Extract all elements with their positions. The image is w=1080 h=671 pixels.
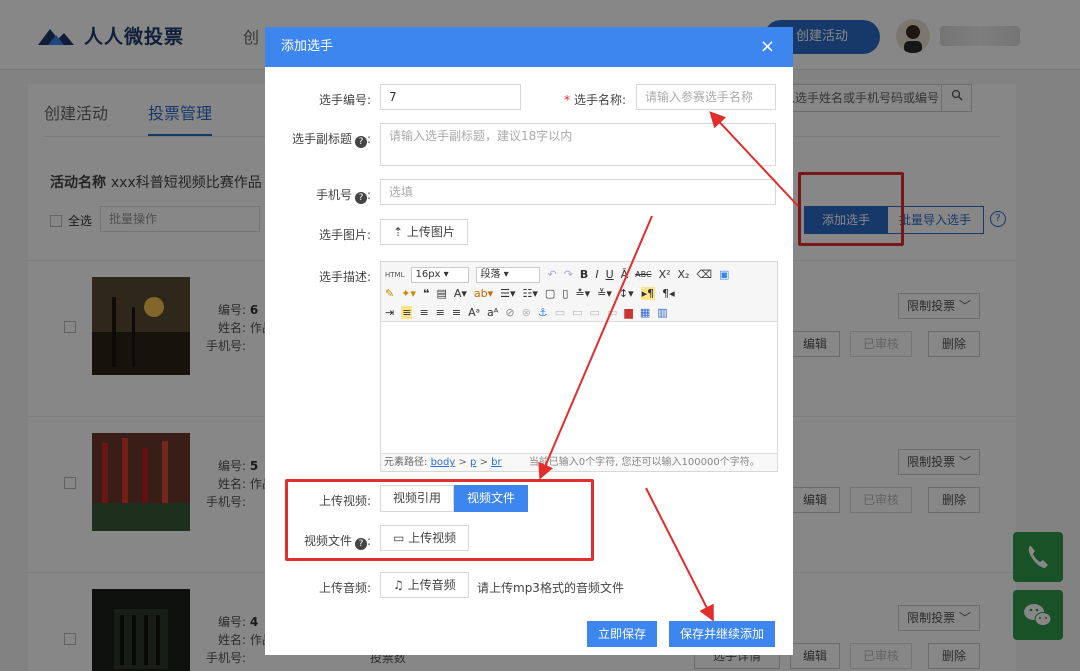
- clear-doc-icon[interactable]: ▯: [562, 287, 568, 300]
- align-right-icon[interactable]: ≡: [436, 306, 445, 319]
- strikethrough-icon[interactable]: ABC: [635, 270, 651, 279]
- paste-plain-icon[interactable]: ▤: [436, 287, 446, 300]
- close-icon[interactable]: ×: [760, 27, 775, 67]
- row-spacing-top-icon[interactable]: ≛▾: [575, 287, 590, 300]
- insert-table-icon[interactable]: ▦: [640, 306, 650, 319]
- indent-icon[interactable]: ⇥: [385, 306, 394, 319]
- audio-label: 上传音频:: [318, 581, 371, 595]
- path-br-link[interactable]: br: [491, 457, 501, 468]
- html-source-icon[interactable]: HTML: [385, 271, 404, 279]
- align-justify-icon[interactable]: ≡: [452, 306, 461, 319]
- paragraph-select[interactable]: 段落 ▾: [476, 266, 541, 283]
- subtitle-textarea[interactable]: 请输入选手副标题，建议18字以内: [380, 123, 776, 166]
- ltr-icon[interactable]: ▸¶: [640, 287, 656, 300]
- phone-label-text: 手机号: [315, 188, 352, 202]
- lowercase-icon[interactable]: aᴬ: [487, 306, 498, 319]
- anchor-icon[interactable]: ⚓: [538, 306, 548, 319]
- eraser-icon[interactable]: ⌫: [696, 268, 712, 281]
- line-height-icon[interactable]: ↕▾: [619, 287, 634, 300]
- underline-icon[interactable]: U: [606, 268, 614, 281]
- save-continue-button[interactable]: 保存并继续添加: [669, 621, 775, 647]
- image-label: 选手图片:: [318, 228, 371, 242]
- font-size-select[interactable]: 16px ▾: [411, 266, 470, 283]
- help-icon[interactable]: ?: [354, 192, 367, 204]
- unordered-list-icon[interactable]: ☷▾: [523, 287, 538, 300]
- path-p-link[interactable]: p: [470, 457, 476, 468]
- upload-image-button[interactable]: ⇡ 上传图片: [380, 219, 468, 245]
- italic-icon[interactable]: I: [595, 268, 598, 281]
- headphones-icon: ♫: [393, 578, 408, 592]
- required-star: *: [564, 93, 574, 107]
- number-label: 选手编号:: [318, 93, 371, 107]
- redo-icon[interactable]: ↷: [564, 268, 573, 281]
- image-center-icon[interactable]: ▭: [607, 306, 617, 319]
- editor-toolbar: HTML 16px ▾ 段落 ▾ ↶ ↷ B I U Ā ABC X² X₂ ⌫…: [381, 262, 777, 322]
- link-icon[interactable]: ⊘: [505, 306, 514, 319]
- font-border-icon[interactable]: Ā: [621, 268, 629, 281]
- modal-header: 添加选手 ×: [265, 27, 793, 67]
- path-body-link[interactable]: body: [431, 457, 456, 468]
- undo-icon[interactable]: ↶: [547, 268, 556, 281]
- video-upload-highlight: [285, 479, 594, 561]
- modal-title: 添加选手: [281, 39, 334, 54]
- select-all-icon[interactable]: ▢: [545, 287, 555, 300]
- rich-text-editor[interactable]: HTML 16px ▾ 段落 ▾ ↶ ↷ B I U Ā ABC X² X₂ ⌫…: [380, 261, 778, 472]
- upload-image-label: 上传图片: [406, 225, 455, 239]
- paragraph-value: 段落: [480, 268, 501, 280]
- phone-input[interactable]: 选填: [380, 179, 776, 205]
- upload-audio-label: 上传音频: [407, 578, 456, 592]
- save-button[interactable]: 立即保存: [587, 621, 657, 647]
- upload-icon: ⇡: [393, 225, 407, 239]
- save-template-icon[interactable]: ▥: [657, 306, 667, 319]
- subscript-icon[interactable]: X₂: [678, 268, 690, 281]
- name-label: * 选手名称:: [520, 91, 626, 108]
- subtitle-label-text: 选手副标题: [291, 132, 352, 146]
- desc-label: 选手描述:: [318, 270, 371, 284]
- image-left-icon[interactable]: ▭: [572, 306, 582, 319]
- rtl-icon[interactable]: ¶◂: [662, 287, 675, 300]
- subtitle-label: 选手副标题?:: [291, 132, 371, 148]
- quote-icon[interactable]: ❝: [423, 287, 429, 300]
- help-icon[interactable]: ?: [354, 136, 367, 148]
- bold-icon[interactable]: B: [580, 268, 588, 281]
- format-match-icon[interactable]: ▣: [719, 268, 729, 281]
- image-right-icon[interactable]: ▭: [590, 306, 600, 319]
- auto-format-icon[interactable]: ✦▾: [401, 287, 416, 300]
- font-color-icon[interactable]: A▾: [454, 287, 467, 300]
- superscript-icon[interactable]: X²: [659, 268, 671, 281]
- row-spacing-bottom-icon[interactable]: ≚▾: [597, 287, 612, 300]
- align-left-icon[interactable]: ≡: [401, 306, 413, 319]
- image-none-icon[interactable]: ▭: [555, 306, 565, 319]
- element-path-label: 元素路径:: [384, 457, 428, 468]
- ordered-list-icon[interactable]: ☰▾: [500, 287, 515, 300]
- upload-audio-button[interactable]: ♫ 上传音频: [380, 572, 469, 598]
- player-name-input[interactable]: 请输入参赛选手名称: [636, 84, 776, 110]
- char-count: 当前已输入0个字符, 您还可以输入100000个字符。: [528, 457, 760, 468]
- player-number-input[interactable]: 7: [380, 84, 521, 110]
- name-label-text: 选手名称:: [573, 93, 626, 107]
- phone-label: 手机号?:: [315, 188, 371, 204]
- align-center-icon[interactable]: ≡: [419, 306, 428, 319]
- insert-image-icon[interactable]: ▆: [624, 306, 632, 319]
- brush-icon[interactable]: ✎: [385, 287, 394, 300]
- audio-note: 请上传mp3格式的音频文件: [477, 581, 624, 595]
- editor-footer: 元素路径: body > p > br 当前已输入0个字符, 您还可以输入100…: [381, 453, 777, 471]
- font-size-value: 16px: [415, 268, 441, 280]
- highlight-color-icon[interactable]: ab▾: [474, 287, 493, 300]
- uppercase-icon[interactable]: Aᵃ: [468, 306, 480, 319]
- unlink-icon[interactable]: ⊗: [522, 306, 531, 319]
